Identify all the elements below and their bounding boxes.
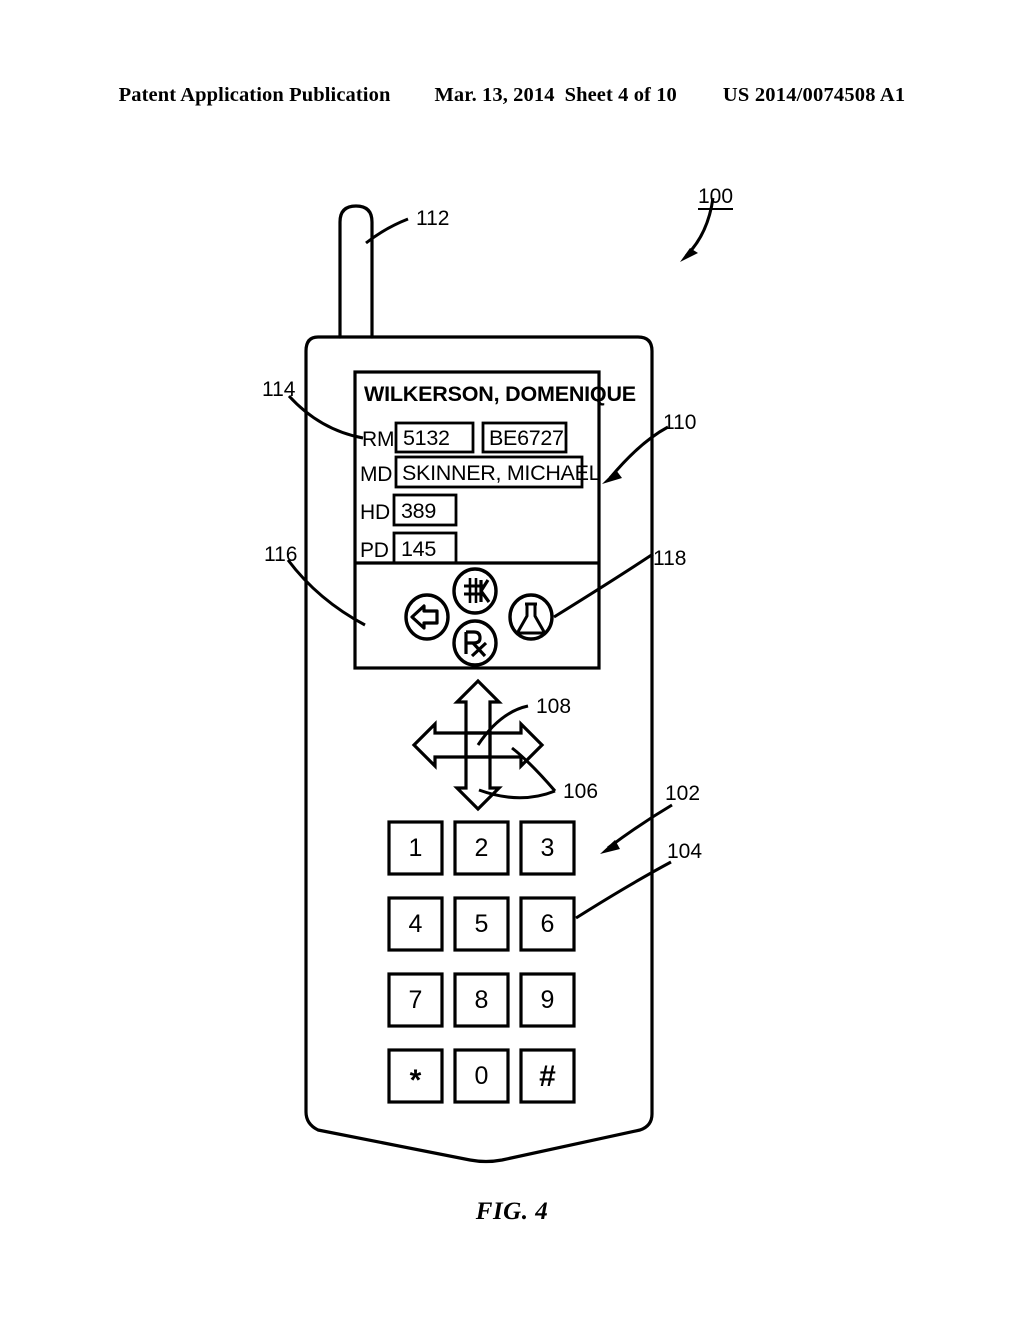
keypad-key-3[interactable]: 3 — [521, 836, 574, 861]
leader-110 — [608, 425, 669, 479]
ref-numeral-114: 114 — [262, 378, 296, 401]
field-label-md: MD — [360, 463, 393, 486]
keypad-key-8[interactable]: 8 — [455, 988, 508, 1013]
lab-flask-icon-shape — [508, 593, 554, 641]
figure-caption: FIG. 4 — [475, 1198, 549, 1225]
nav-arrow-left — [411, 720, 468, 770]
ref-numeral-100: 100 — [698, 185, 734, 210]
antenna-outline — [338, 204, 374, 339]
keypad-key-9[interactable]: 9 — [521, 988, 574, 1013]
keypad-key-7[interactable]: 7 — [389, 988, 442, 1013]
field-value-pd[interactable]: 145 — [401, 538, 436, 561]
leader-102 — [607, 803, 673, 850]
keypad-key-4[interactable]: 4 — [389, 912, 442, 937]
field-label-rm: RM — [362, 428, 395, 451]
keypad-key-star[interactable]: * — [389, 1066, 442, 1096]
ref-numeral-116: 116 — [264, 543, 298, 566]
prescription-rx-icon-shape — [452, 619, 498, 667]
display-screen-outline — [353, 370, 601, 670]
leader-110-arrowhead — [602, 470, 622, 484]
patent-figure: 100 112 114 110 116 118 108 106 102 104 … — [0, 0, 1024, 1320]
field-value-rm[interactable]: 5132 — [403, 427, 450, 450]
patient-name: WILKERSON, DOMENIQUE — [364, 382, 636, 406]
ref-numeral-118: 118 — [653, 547, 687, 570]
field-value-hd[interactable]: 389 — [401, 500, 436, 523]
leader-100-arrowhead — [680, 248, 698, 262]
back-arrow-icon-shape — [404, 593, 450, 641]
nav-arrow-right — [488, 720, 545, 770]
leader-104 — [575, 860, 672, 920]
nav-arrow-down — [453, 755, 503, 812]
ref-numeral-102: 102 — [665, 782, 701, 805]
ref-numeral-104: 104 — [667, 840, 703, 863]
field-value-md[interactable]: SKINNER, MICHAEL — [402, 462, 601, 485]
keypad-key-0[interactable]: 0 — [455, 1064, 508, 1089]
keypad-key-2[interactable]: 2 — [455, 836, 508, 861]
ref-numeral-108: 108 — [536, 695, 572, 718]
potassium-k-icon-shape — [452, 567, 498, 615]
ref-numeral-106: 106 — [563, 780, 599, 803]
field-label-pd: PD — [360, 539, 389, 562]
keypad-key-6[interactable]: 6 — [521, 912, 574, 937]
ref-numeral-110: 110 — [663, 411, 697, 434]
keypad-key-1[interactable]: 1 — [389, 836, 442, 861]
leader-114 — [287, 394, 364, 440]
keypad-key-hash[interactable]: # — [521, 1062, 574, 1092]
field-value-account[interactable]: BE6727 — [489, 427, 564, 450]
field-label-hd: HD — [360, 501, 390, 524]
keypad-key-5[interactable]: 5 — [455, 912, 508, 937]
ref-numeral-112: 112 — [416, 207, 450, 230]
